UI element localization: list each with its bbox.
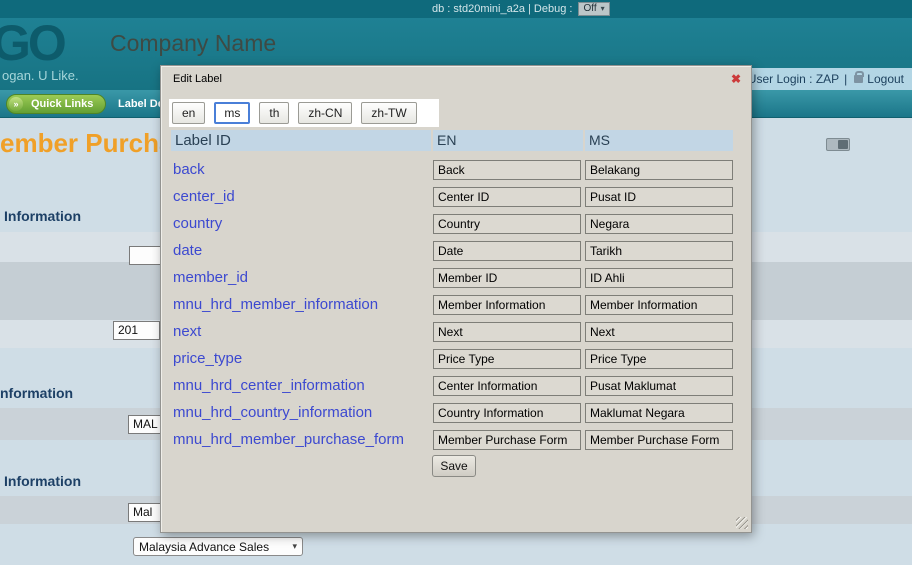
- tab-zh-TW[interactable]: zh-TW: [361, 102, 416, 124]
- section-heading: nformation: [0, 385, 73, 401]
- en-input[interactable]: [433, 241, 581, 261]
- double-arrow-icon: »: [9, 97, 23, 111]
- chevron-down-icon: ▾: [292, 541, 297, 552]
- table-row: date: [171, 237, 733, 264]
- ms-input[interactable]: [585, 160, 733, 180]
- language-tabs: enmsth zh-CN zh-TW: [169, 99, 439, 127]
- tab-th[interactable]: th: [259, 102, 289, 124]
- column-header-ms: MS: [585, 130, 733, 151]
- label-table-header: Label ID EN MS: [171, 130, 733, 151]
- page-title: ember Purcha: [0, 128, 173, 159]
- table-row: member_id: [171, 264, 733, 291]
- nav-item-label-details[interactable]: Label De: [118, 90, 164, 118]
- ms-input[interactable]: [585, 295, 733, 315]
- ms-input[interactable]: [585, 322, 733, 342]
- table-row: mnu_hrd_member_purchase_form: [171, 426, 733, 453]
- table-row: center_id: [171, 183, 733, 210]
- ms-input[interactable]: [585, 187, 733, 207]
- en-input[interactable]: [433, 403, 581, 423]
- en-input[interactable]: [433, 187, 581, 207]
- dialog-titlebar[interactable]: Edit Label ✖: [161, 66, 751, 92]
- sales-type-select[interactable]: Malaysia Advance Sales ▾: [133, 537, 303, 556]
- resize-handle[interactable]: [736, 517, 748, 529]
- table-row: mnu_hrd_country_information: [171, 399, 733, 426]
- table-row: next: [171, 318, 733, 345]
- table-row: mnu_hrd_center_information: [171, 372, 733, 399]
- en-input[interactable]: [433, 160, 581, 180]
- debug-select-value: Off: [583, 0, 596, 18]
- quick-links-button[interactable]: » Quick Links: [6, 94, 106, 114]
- edit-label-dialog: Edit Label ✖ enmsth zh-CN zh-TW Label ID E…: [160, 65, 752, 533]
- label-id-link[interactable]: mnu_hrd_center_information: [171, 377, 433, 394]
- tab-zh-CN[interactable]: zh-CN: [298, 102, 352, 124]
- section-heading: Information: [4, 208, 81, 224]
- label-id-link[interactable]: country: [171, 215, 433, 232]
- table-row: back: [171, 156, 733, 183]
- chevron-down-icon: ▾: [601, 0, 605, 18]
- label-id-link[interactable]: mnu_hrd_member_information: [171, 296, 433, 313]
- ms-input[interactable]: [585, 430, 733, 450]
- label-id-link[interactable]: back: [171, 161, 433, 178]
- tab-en[interactable]: en: [172, 102, 205, 124]
- ms-input[interactable]: [585, 268, 733, 288]
- label-id-link[interactable]: mnu_hrd_country_information: [171, 404, 433, 421]
- top-status-bar: db : std20mini_a2a | Debug : Off ▾: [0, 0, 912, 18]
- en-input[interactable]: [433, 322, 581, 342]
- code-input-fragment[interactable]: MAL: [128, 415, 161, 434]
- lock-icon: [854, 75, 863, 83]
- label-id-link[interactable]: member_id: [171, 269, 433, 286]
- ms-input[interactable]: [585, 241, 733, 261]
- debug-select[interactable]: Off ▾: [578, 2, 609, 16]
- logo-tagline: ogan. U Like.: [2, 68, 79, 83]
- toggle-knob: [838, 140, 848, 149]
- dialog-title: Edit Label: [173, 66, 222, 92]
- column-header-en: EN: [433, 130, 583, 151]
- form-input-fragment[interactable]: [129, 246, 161, 265]
- db-label: db : std20mini_a2a | Debug :: [432, 0, 572, 18]
- close-icon[interactable]: ✖: [731, 72, 741, 86]
- label-id-link[interactable]: mnu_hrd_member_purchase_form: [171, 431, 433, 448]
- en-input[interactable]: [433, 268, 581, 288]
- name-input-fragment[interactable]: Mal: [128, 503, 161, 522]
- ms-input[interactable]: [585, 214, 733, 234]
- save-button[interactable]: Save: [432, 455, 476, 477]
- ms-input[interactable]: [585, 403, 733, 423]
- column-header-label-id: Label ID: [171, 130, 431, 151]
- section-heading: Information: [4, 473, 81, 489]
- label-id-link[interactable]: next: [171, 323, 433, 340]
- date-input-fragment[interactable]: 201: [113, 321, 160, 340]
- en-input[interactable]: [433, 430, 581, 450]
- userbar-separator: |: [844, 72, 847, 86]
- quick-links-label: Quick Links: [31, 98, 93, 110]
- ms-input[interactable]: [585, 349, 733, 369]
- logout-link[interactable]: Logout: [867, 72, 904, 86]
- user-login-text: User Login : ZAP: [748, 72, 839, 86]
- table-row: country: [171, 210, 733, 237]
- label-id-link[interactable]: center_id: [171, 188, 433, 205]
- label-id-link[interactable]: price_type: [171, 350, 433, 367]
- ms-input[interactable]: [585, 376, 733, 396]
- label-table-rows: back center_idcountry date member_id mnu_hrd…: [171, 156, 733, 453]
- en-input[interactable]: [433, 349, 581, 369]
- company-name: Company Name: [110, 30, 276, 57]
- db-debug-text: db : std20mini_a2a | Debug : Off ▾: [432, 0, 610, 18]
- en-input[interactable]: [433, 376, 581, 396]
- table-row: price_type: [171, 345, 733, 372]
- sales-type-value: Malaysia Advance Sales: [139, 540, 269, 554]
- en-input[interactable]: [433, 214, 581, 234]
- tab-ms[interactable]: ms: [214, 102, 250, 124]
- logo: GO: [0, 18, 64, 72]
- table-row: mnu_hrd_member_information: [171, 291, 733, 318]
- label-id-link[interactable]: date: [171, 242, 433, 259]
- en-input[interactable]: [433, 295, 581, 315]
- panel-toggle-icon[interactable]: [826, 138, 850, 151]
